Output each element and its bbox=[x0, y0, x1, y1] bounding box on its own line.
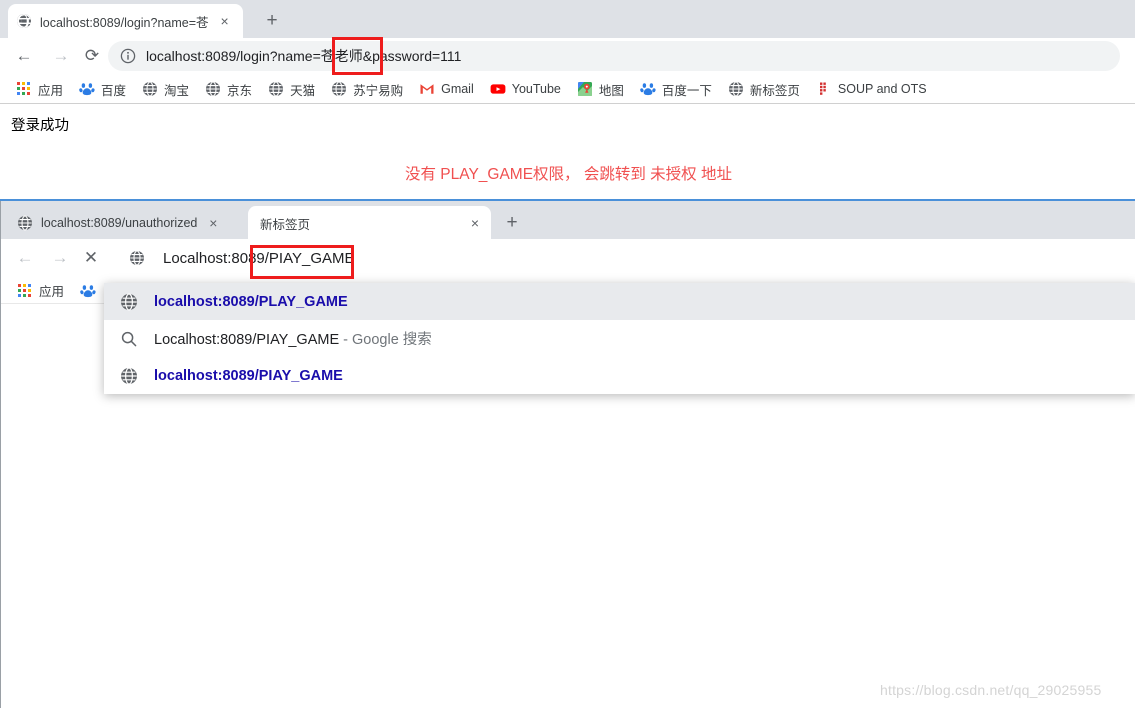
bookmark-label: 应用 bbox=[39, 285, 65, 299]
bookmark-label: 苏宁易购 bbox=[353, 83, 404, 98]
bookmark-jd[interactable]: 京东 bbox=[199, 78, 258, 100]
back-button[interactable]: ← bbox=[11, 244, 39, 272]
address-bar[interactable]: localhost:8089/login?name=苍老师&password=1… bbox=[108, 41, 1120, 71]
address-bar[interactable]: Localhost:8089/PIAY_GAME bbox=[107, 243, 1119, 273]
login-success-text: 登录成功 bbox=[11, 118, 69, 134]
globe-icon bbox=[142, 81, 158, 97]
globe-icon bbox=[331, 81, 347, 97]
window2: localhost:8089/unauthorized × 新标签页 × + ←… bbox=[0, 199, 1135, 708]
bookmark-label: 天猫 bbox=[290, 83, 316, 98]
tab-unauthorized[interactable]: localhost:8089/unauthorized × bbox=[9, 206, 244, 240]
bookmark-label: YouTube bbox=[511, 82, 561, 96]
bookmark-soup-ots[interactable]: SOUP and OTS bbox=[810, 78, 933, 100]
baidu-paw-icon bbox=[640, 81, 656, 97]
bookmark-youtube[interactable]: YouTube bbox=[484, 78, 567, 100]
globe-icon bbox=[728, 81, 744, 97]
globe-icon bbox=[16, 13, 32, 29]
suggestion-item[interactable]: localhost:8089/PIAY_GAME bbox=[104, 357, 1135, 394]
address-bar-text: Localhost:8089/PIAY_GAME bbox=[163, 250, 355, 267]
tab-title: localhost:8089/login?name=苍 bbox=[40, 15, 209, 30]
bookmark-maps[interactable]: 地图 bbox=[571, 78, 630, 100]
new-tab-page: Google 在 Google 上搜索，或者输入一个网址 bbox=[1, 404, 1135, 708]
globe-icon bbox=[120, 366, 138, 385]
suggestion-suffix: - Google 搜索 bbox=[339, 332, 432, 348]
globe-icon bbox=[205, 81, 221, 97]
address-bar-text: localhost:8089/login?name=苍老师&password=1… bbox=[146, 46, 461, 66]
tab-newtab[interactable]: 新标签页 × bbox=[248, 206, 491, 240]
bookmark-suning[interactable]: 苏宁易购 bbox=[325, 78, 409, 100]
apps-grid-icon bbox=[17, 283, 33, 299]
maps-pin-icon bbox=[577, 81, 593, 97]
back-button[interactable]: ← bbox=[10, 42, 38, 70]
close-icon[interactable]: × bbox=[217, 13, 233, 29]
bookmark-label: 应用 bbox=[38, 83, 64, 98]
bookmark-baidu[interactable]: 百度 bbox=[73, 78, 132, 100]
permission-annotation: 没有 PLAY_GAME权限， 会跳转到 未授权 地址 bbox=[405, 166, 732, 183]
reload-button[interactable]: ⟳ bbox=[78, 42, 106, 70]
bookmark-tmall[interactable]: 天猫 bbox=[262, 78, 321, 100]
apps-grid-icon bbox=[16, 81, 32, 97]
baidu-paw-icon bbox=[80, 283, 96, 299]
stop-button[interactable]: ✕ bbox=[77, 244, 105, 272]
new-tab-button[interactable]: + bbox=[259, 7, 285, 33]
globe-icon bbox=[17, 215, 33, 231]
forward-button[interactable]: → bbox=[46, 244, 74, 272]
tab-login[interactable]: localhost:8089/login?name=苍 × bbox=[8, 4, 243, 38]
info-circle-icon[interactable] bbox=[120, 48, 136, 64]
bookmark-gmail[interactable]: Gmail bbox=[413, 78, 480, 100]
tab-title: localhost:8089/unauthorized bbox=[41, 216, 198, 230]
bookmark-label: 百度 bbox=[101, 83, 127, 98]
window2-toolbar: ← → ✕ Localhost:8089/PIAY_GAME bbox=[1, 239, 1135, 277]
url-text: Localhost:8089/PIAY_GAME bbox=[163, 249, 355, 267]
globe-icon bbox=[268, 81, 284, 97]
baidu-paw-icon bbox=[79, 81, 95, 97]
new-tab-button[interactable]: + bbox=[499, 209, 525, 235]
url-text: localhost:8089/login?name=苍老师&password=1… bbox=[146, 48, 462, 64]
window1-content: 登录成功 没有 PLAY_GAME权限， 会跳转到 未授权 地址 bbox=[0, 103, 1135, 199]
youtube-icon bbox=[490, 81, 506, 97]
bookmark-label: Gmail bbox=[441, 82, 474, 96]
bookmark-label: SOUP and OTS bbox=[837, 82, 927, 96]
suggestion-query: Localhost:8089/PIAY_GAME bbox=[154, 332, 340, 348]
close-icon[interactable]: × bbox=[467, 215, 483, 231]
window1-bookmarks-bar: 应用 百度 淘宝 京东 天猫 苏宁易购 Gmail YouTube 地图 百度一… bbox=[0, 76, 1135, 102]
bookmark-label: 新标签页 bbox=[749, 83, 800, 98]
bookmark-newtab[interactable]: 新标签页 bbox=[722, 78, 806, 100]
bookmark-apps[interactable]: 应用 bbox=[11, 280, 70, 302]
suggestion-item[interactable]: localhost:8089/PLAY_GAME bbox=[104, 283, 1135, 320]
window2-tabstrip: localhost:8089/unauthorized × 新标签页 × + bbox=[1, 201, 1135, 240]
bookmark-label: 地图 bbox=[598, 83, 624, 98]
bookmark-baidu-yixia[interactable]: 百度一下 bbox=[634, 78, 718, 100]
forward-button[interactable]: → bbox=[47, 42, 75, 70]
omnibox-suggestions: localhost:8089/PLAY_GAME Localhost:8089/… bbox=[104, 283, 1135, 394]
suggestion-text: localhost:8089/PIAY_GAME bbox=[154, 367, 343, 384]
tab-title: 新标签页 bbox=[260, 217, 311, 232]
bookmark-label: 京东 bbox=[227, 83, 253, 98]
bookmark-label: 淘宝 bbox=[164, 83, 190, 98]
globe-icon bbox=[129, 250, 145, 266]
window1-tabstrip: localhost:8089/login?name=苍 × + bbox=[0, 0, 1135, 38]
close-icon[interactable]: × bbox=[205, 215, 221, 231]
bookmark-baidu[interactable] bbox=[74, 280, 108, 302]
suggestion-text: Localhost:8089/PIAY_GAME - Google 搜索 bbox=[154, 328, 432, 349]
bookmark-apps[interactable]: 应用 bbox=[10, 78, 69, 100]
search-icon bbox=[120, 330, 138, 348]
window1-toolbar: ← → ⟳ localhost:8089/login?name=苍老师&pass… bbox=[0, 38, 1135, 74]
globe-icon bbox=[120, 292, 138, 311]
browser-screenshot: localhost:8089/login?name=苍 × + ← → ⟳ lo… bbox=[0, 0, 1135, 708]
soup-ots-icon bbox=[816, 81, 832, 97]
bookmark-label: 百度一下 bbox=[661, 83, 712, 98]
gmail-icon bbox=[419, 81, 435, 97]
watermark: https://blog.csdn.net/qq_29025955 bbox=[880, 682, 1102, 698]
suggestion-text: localhost:8089/PLAY_GAME bbox=[154, 293, 348, 310]
suggestion-item[interactable]: Localhost:8089/PIAY_GAME - Google 搜索 bbox=[104, 320, 1135, 357]
bookmark-taobao[interactable]: 淘宝 bbox=[136, 78, 195, 100]
